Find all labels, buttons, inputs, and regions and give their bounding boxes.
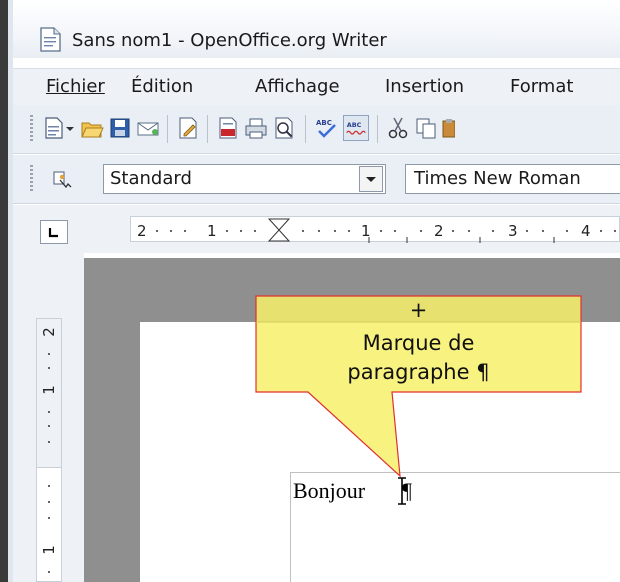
callout-plus: + [409, 298, 428, 322]
callout-text-line1: Marque de [362, 331, 475, 355]
callout-text-line2: paragraphe ¶ [347, 360, 490, 384]
callout-annotation [255, 295, 582, 478]
